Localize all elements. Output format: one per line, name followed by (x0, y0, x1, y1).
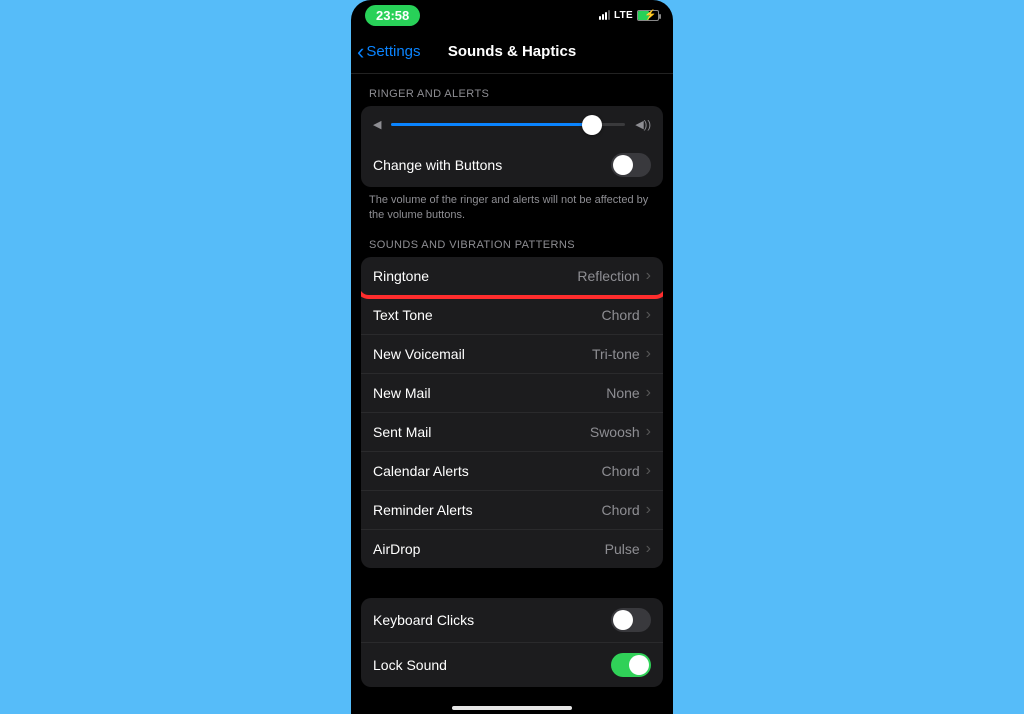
section-header-ringer: RINGER AND ALERTS (351, 74, 673, 106)
cellular-signal-icon (599, 10, 610, 20)
lock-sound-toggle[interactable] (611, 653, 651, 677)
back-button[interactable]: ‹ Settings (357, 41, 421, 63)
group-ringer: ◀ ◀)) Change with Buttons (361, 106, 663, 187)
sound-row-label: AirDrop (373, 541, 420, 557)
home-indicator[interactable] (452, 706, 572, 710)
keyboard-clicks-label: Keyboard Clicks (373, 612, 474, 628)
sound-row-label: New Mail (373, 385, 431, 401)
chevron-right-icon: › (646, 540, 651, 558)
sound-row-label: Calendar Alerts (373, 463, 469, 479)
navigation-bar: ‹ Settings Sounds & Haptics (351, 30, 673, 74)
sound-row-sent-mail[interactable]: Sent Mail Swoosh› (361, 412, 663, 451)
volume-high-icon: ◀)) (635, 118, 651, 131)
sound-row-label: Sent Mail (373, 424, 431, 440)
lock-sound-label: Lock Sound (373, 657, 447, 673)
back-label: Settings (366, 43, 420, 60)
keyboard-clicks-row: Keyboard Clicks (361, 598, 663, 642)
sound-row-label: Text Tone (373, 307, 433, 323)
chevron-right-icon: › (646, 423, 651, 441)
sound-row-value: Chord› (602, 501, 651, 519)
chevron-right-icon: › (646, 384, 651, 402)
sound-row-label: Reminder Alerts (373, 502, 473, 518)
chevron-right-icon: › (646, 501, 651, 519)
sound-row-value: Chord› (602, 306, 651, 324)
slider-fill (391, 123, 592, 126)
sound-row-reminder-alerts[interactable]: Reminder Alerts Chord› (361, 490, 663, 529)
page-title: Sounds & Haptics (448, 43, 576, 60)
status-time: 23:58 (376, 8, 409, 23)
status-time-pill[interactable]: 23:58 (365, 5, 420, 26)
content-scroll[interactable]: RINGER AND ALERTS ◀ ◀)) Change with Butt… (351, 74, 673, 714)
lock-sound-row: Lock Sound (361, 642, 663, 687)
change-with-buttons-toggle[interactable] (611, 153, 651, 177)
network-type: LTE (614, 10, 633, 21)
ringer-volume-slider[interactable] (391, 123, 625, 126)
sound-row-value: Swoosh› (590, 423, 651, 441)
charging-icon: ⚡ (644, 10, 656, 21)
sound-row-value: Reflection› (577, 267, 651, 285)
phone-frame: 23:58 LTE ⚡ ‹ Settings Sounds & Haptics … (351, 0, 673, 714)
chevron-left-icon: ‹ (357, 41, 364, 63)
change-with-buttons-row: Change with Buttons (361, 143, 663, 187)
sound-row-value: None› (606, 384, 651, 402)
sound-row-label: New Voicemail (373, 346, 465, 362)
sound-row-calendar-alerts[interactable]: Calendar Alerts Chord› (361, 451, 663, 490)
sound-row-value: Tri-tone› (592, 345, 651, 363)
slider-thumb[interactable] (582, 115, 602, 135)
section-header-sounds: SOUNDS AND VIBRATION PATTERNS (351, 225, 673, 257)
sound-row-value: Pulse› (605, 540, 651, 558)
volume-low-icon: ◀ (373, 118, 381, 131)
chevron-right-icon: › (646, 267, 651, 285)
section-footer-ringer: The volume of the ringer and alerts will… (351, 187, 673, 225)
sound-row-airdrop[interactable]: AirDrop Pulse› (361, 529, 663, 568)
chevron-right-icon: › (646, 345, 651, 363)
sound-row-value: Chord› (602, 462, 651, 480)
chevron-right-icon: › (646, 306, 651, 324)
status-right: LTE ⚡ (599, 10, 659, 21)
group-keyboard-lock: Keyboard Clicks Lock Sound (361, 598, 663, 687)
keyboard-clicks-toggle[interactable] (611, 608, 651, 632)
sound-row-label: Ringtone (373, 268, 429, 284)
sound-row-new-voicemail[interactable]: New Voicemail Tri-tone› (361, 334, 663, 373)
status-bar: 23:58 LTE ⚡ (351, 0, 673, 30)
sound-row-text-tone[interactable]: Text Tone Chord› (361, 295, 663, 334)
change-with-buttons-label: Change with Buttons (373, 157, 502, 173)
battery-icon: ⚡ (637, 10, 659, 21)
chevron-right-icon: › (646, 462, 651, 480)
ringer-volume-row: ◀ ◀)) (361, 106, 663, 143)
sound-row-new-mail[interactable]: New Mail None› (361, 373, 663, 412)
sound-row-ringtone[interactable]: Ringtone Reflection› (361, 257, 663, 295)
group-sounds: Ringtone Reflection› Text Tone Chord› New Vo… (361, 257, 663, 568)
